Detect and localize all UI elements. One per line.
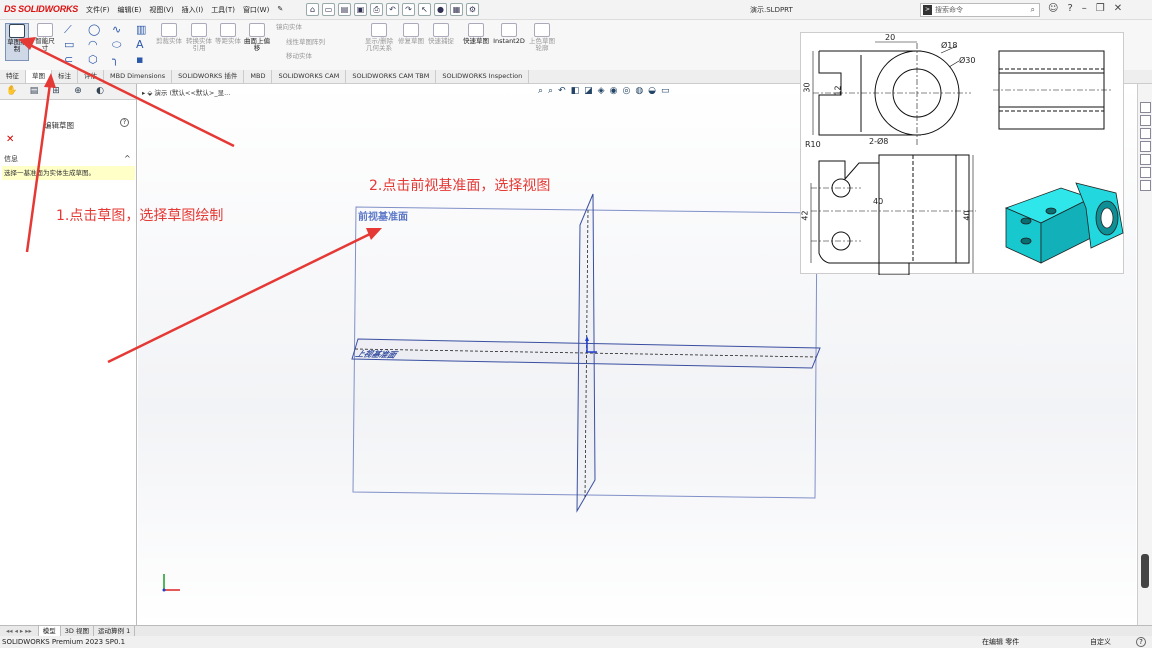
solidworks-resources-icon[interactable] bbox=[1139, 102, 1151, 113]
tab-model[interactable]: 模型 bbox=[38, 626, 61, 636]
dimension-r10: R10 bbox=[805, 140, 821, 149]
status-help-icon[interactable]: ? bbox=[1136, 637, 1146, 647]
tab-3d-views[interactable]: 3D 视图 bbox=[61, 626, 94, 636]
status-editing: 在编辑 零件 bbox=[982, 638, 1020, 646]
annotation-arrow-1 bbox=[18, 37, 235, 148]
drawing-svg bbox=[810, 41, 1124, 276]
appearances-icon[interactable] bbox=[1139, 154, 1151, 165]
annotation-arrow-3 bbox=[107, 228, 382, 364]
task-pane-strip bbox=[1137, 84, 1152, 625]
side-view bbox=[993, 50, 1111, 130]
forum-icon[interactable] bbox=[1139, 180, 1151, 191]
model-tabs-bar: ◂◂ ◂ ▸ ▸▸ 模型 3D 视图 运动算例 1 bbox=[0, 625, 1152, 636]
status-units[interactable]: 自定义 bbox=[1090, 636, 1111, 648]
dimension-dia-30: Ø30 bbox=[959, 56, 976, 65]
dimension-40-vertical: 40 bbox=[962, 210, 972, 221]
dimension-20: 20 bbox=[885, 33, 896, 42]
reference-drawing: 20 Ø18 Ø30 30 12 R10 2-Ø8 40 42 40 bbox=[800, 32, 1124, 276]
status-version: SOLIDWORKS Premium 2023 SP0.1 bbox=[2, 638, 126, 646]
custom-properties-icon[interactable] bbox=[1139, 167, 1151, 178]
top-plane-label[interactable]: 上视基准面 bbox=[354, 348, 399, 360]
front-view bbox=[810, 154, 976, 276]
dimension-12: 12 bbox=[833, 85, 843, 96]
file-explorer-icon[interactable] bbox=[1139, 128, 1151, 139]
design-library-icon[interactable] bbox=[1139, 115, 1151, 126]
annotation-step-1: 1.点击草图，选择草图绘制 bbox=[56, 208, 224, 224]
side-grip-handle[interactable] bbox=[1141, 554, 1149, 588]
view-palette-icon[interactable] bbox=[1139, 141, 1151, 152]
tab-scroll-arrows[interactable]: ◂◂ ◂ ▸ ▸▸ bbox=[0, 626, 39, 636]
tab-motion-study-1[interactable]: 运动算例 1 bbox=[94, 626, 136, 636]
dimension-dia-18: Ø18 bbox=[941, 41, 958, 50]
dimension-30: 30 bbox=[802, 82, 812, 93]
axes-triad-icon bbox=[162, 574, 180, 592]
annotation-arrow-2 bbox=[25, 73, 56, 253]
dimension-40-horizontal: 40 bbox=[873, 197, 884, 206]
status-bar: SOLIDWORKS Premium 2023 SP0.1 在编辑 零件 自定义… bbox=[0, 636, 1152, 648]
dimension-42: 42 bbox=[800, 210, 810, 221]
dimension-2-dia-8: 2-Ø8 bbox=[869, 137, 889, 146]
isometric-model-image bbox=[1004, 182, 1124, 264]
front-plane-label[interactable]: 前视基准面 bbox=[358, 208, 408, 223]
annotation-step-2: 2.点击前视基准面，选择视图 bbox=[369, 178, 551, 194]
